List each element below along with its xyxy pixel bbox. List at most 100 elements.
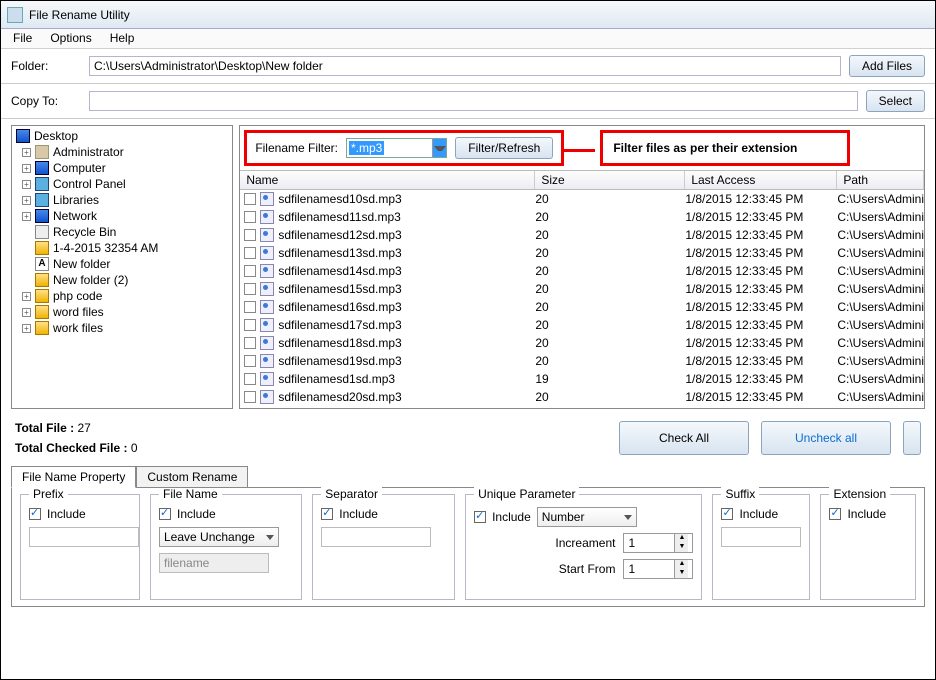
prefix-input[interactable] — [29, 527, 139, 547]
menu-file[interactable]: File — [13, 31, 32, 46]
row-checkbox[interactable] — [244, 373, 256, 385]
folder-tree[interactable]: Desktop +Administrator+Computer+Control … — [11, 125, 233, 409]
tree-root[interactable]: Desktop — [16, 128, 228, 144]
grid-row[interactable]: sdfilenamesd13sd.mp3201/8/2015 12:33:45 … — [240, 244, 924, 262]
menu-help[interactable]: Help — [110, 31, 135, 46]
extension-include-label: Include — [847, 507, 886, 521]
suffix-input[interactable] — [721, 527, 801, 547]
filename-mode-combo[interactable]: Leave Unchange — [159, 527, 279, 547]
file-last-access: 1/8/2015 12:33:45 PM — [685, 264, 837, 278]
suffix-include-check[interactable] — [721, 508, 733, 520]
increment-value[interactable] — [624, 536, 674, 550]
row-checkbox[interactable] — [244, 211, 256, 223]
grid-row[interactable]: sdfilenamesd16sd.mp3201/8/2015 12:33:45 … — [240, 298, 924, 316]
grid-body[interactable]: sdfilenamesd10sd.mp3201/8/2015 12:33:45 … — [240, 190, 924, 408]
menu-options[interactable]: Options — [50, 31, 91, 46]
tree-item[interactable]: +Network — [16, 208, 228, 224]
tree-item[interactable]: 1-4-2015 32354 AM — [16, 240, 228, 256]
grid-row[interactable]: sdfilenamesd1sd.mp3191/8/2015 12:33:45 P… — [240, 370, 924, 388]
select-button[interactable]: Select — [866, 90, 925, 112]
tree-item[interactable]: +Control Panel — [16, 176, 228, 192]
tree-item[interactable]: +work files — [16, 320, 228, 336]
tab-file-name-property[interactable]: File Name Property — [11, 466, 136, 488]
row-checkbox[interactable] — [244, 283, 256, 295]
grid-row[interactable]: sdfilenamesd19sd.mp3201/8/2015 12:33:45 … — [240, 352, 924, 370]
check-all-button[interactable]: Check All — [619, 421, 749, 455]
filter-input[interactable]: *.mp3 — [346, 138, 447, 158]
row-checkbox[interactable] — [244, 391, 256, 403]
expand-icon[interactable]: + — [22, 212, 31, 221]
row-checkbox[interactable] — [244, 265, 256, 277]
startfrom-spinner[interactable]: ▲▼ — [623, 559, 693, 579]
spin-down-icon[interactable]: ▼ — [674, 543, 688, 552]
lib-icon — [35, 177, 49, 191]
grid-header: Name Size Last Access Path — [240, 170, 924, 190]
grid-row[interactable]: sdfilenamesd15sd.mp3201/8/2015 12:33:45 … — [240, 280, 924, 298]
spin-up-icon[interactable]: ▲ — [674, 534, 688, 543]
total-file-value: 27 — [77, 421, 90, 435]
filename-input — [159, 553, 269, 573]
row-checkbox[interactable] — [244, 301, 256, 313]
startfrom-value[interactable] — [624, 562, 674, 576]
uncheck-all-button[interactable]: Uncheck all — [761, 421, 891, 455]
prefix-include-check[interactable] — [29, 508, 41, 520]
suffix-title: Suffix — [721, 487, 759, 501]
grid-row[interactable]: sdfilenamesd17sd.mp3201/8/2015 12:33:45 … — [240, 316, 924, 334]
expand-icon[interactable]: + — [22, 308, 31, 317]
row-checkbox[interactable] — [244, 193, 256, 205]
expand-icon[interactable]: + — [22, 164, 31, 173]
tree-item[interactable]: +Libraries — [16, 192, 228, 208]
col-last[interactable]: Last Access — [685, 171, 837, 189]
row-checkbox[interactable] — [244, 319, 256, 331]
grid-row[interactable]: sdfilenamesd21sd.mp3201/8/2015 12:33:45 … — [240, 406, 924, 408]
increment-spinner[interactable]: ▲▼ — [623, 533, 693, 553]
grid-row[interactable]: sdfilenamesd20sd.mp3201/8/2015 12:33:45 … — [240, 388, 924, 406]
file-icon — [260, 264, 274, 278]
grid-row[interactable]: sdfilenamesd14sd.mp3201/8/2015 12:33:45 … — [240, 262, 924, 280]
col-name[interactable]: Name — [240, 171, 535, 189]
chevron-down-icon[interactable] — [432, 139, 446, 157]
tree-item[interactable]: ANew folder — [16, 256, 228, 272]
expand-icon[interactable]: + — [22, 148, 31, 157]
tree-item[interactable]: +word files — [16, 304, 228, 320]
tree-item[interactable]: +php code — [16, 288, 228, 304]
extra-button[interactable] — [903, 421, 921, 455]
unique-type-combo[interactable]: Number — [537, 507, 637, 527]
col-path[interactable]: Path — [837, 171, 924, 189]
spin-up-icon[interactable]: ▲ — [674, 560, 688, 569]
row-checkbox[interactable] — [244, 229, 256, 241]
expand-icon[interactable]: + — [22, 292, 31, 301]
grid-row[interactable]: sdfilenamesd18sd.mp3201/8/2015 12:33:45 … — [240, 334, 924, 352]
tree-item[interactable]: +Administrator — [16, 144, 228, 160]
spin-down-icon[interactable]: ▼ — [674, 569, 688, 578]
row-checkbox[interactable] — [244, 337, 256, 349]
window-title: File Rename Utility — [29, 8, 130, 22]
file-path: C:\Users\Admini — [837, 372, 924, 386]
grid-row[interactable]: sdfilenamesd11sd.mp3201/8/2015 12:33:45 … — [240, 208, 924, 226]
tree-item[interactable]: New folder (2) — [16, 272, 228, 288]
row-checkbox[interactable] — [244, 355, 256, 367]
tree-item[interactable]: +Computer — [16, 160, 228, 176]
tab-custom-rename[interactable]: Custom Rename — [136, 466, 248, 488]
row-checkbox[interactable] — [244, 247, 256, 259]
file-path: C:\Users\Admini — [837, 264, 924, 278]
copyto-input[interactable] — [89, 91, 858, 111]
expand-icon[interactable]: + — [22, 180, 31, 189]
file-size: 20 — [535, 192, 685, 206]
separator-input[interactable] — [321, 527, 431, 547]
expand-icon[interactable]: + — [22, 196, 31, 205]
folder-input[interactable] — [89, 56, 841, 76]
separator-include-check[interactable] — [321, 508, 333, 520]
filename-include-check[interactable] — [159, 508, 171, 520]
col-size[interactable]: Size — [535, 171, 685, 189]
filter-refresh-button[interactable]: Filter/Refresh — [455, 137, 553, 159]
unique-include-check[interactable] — [474, 511, 486, 523]
tree-item[interactable]: Recycle Bin — [16, 224, 228, 240]
grid-row[interactable]: sdfilenamesd10sd.mp3201/8/2015 12:33:45 … — [240, 190, 924, 208]
expand-icon[interactable]: + — [22, 324, 31, 333]
add-files-button[interactable]: Add Files — [849, 55, 925, 77]
file-size: 20 — [535, 390, 685, 404]
file-size: 20 — [535, 282, 685, 296]
grid-row[interactable]: sdfilenamesd12sd.mp3201/8/2015 12:33:45 … — [240, 226, 924, 244]
extension-include-check[interactable] — [829, 508, 841, 520]
